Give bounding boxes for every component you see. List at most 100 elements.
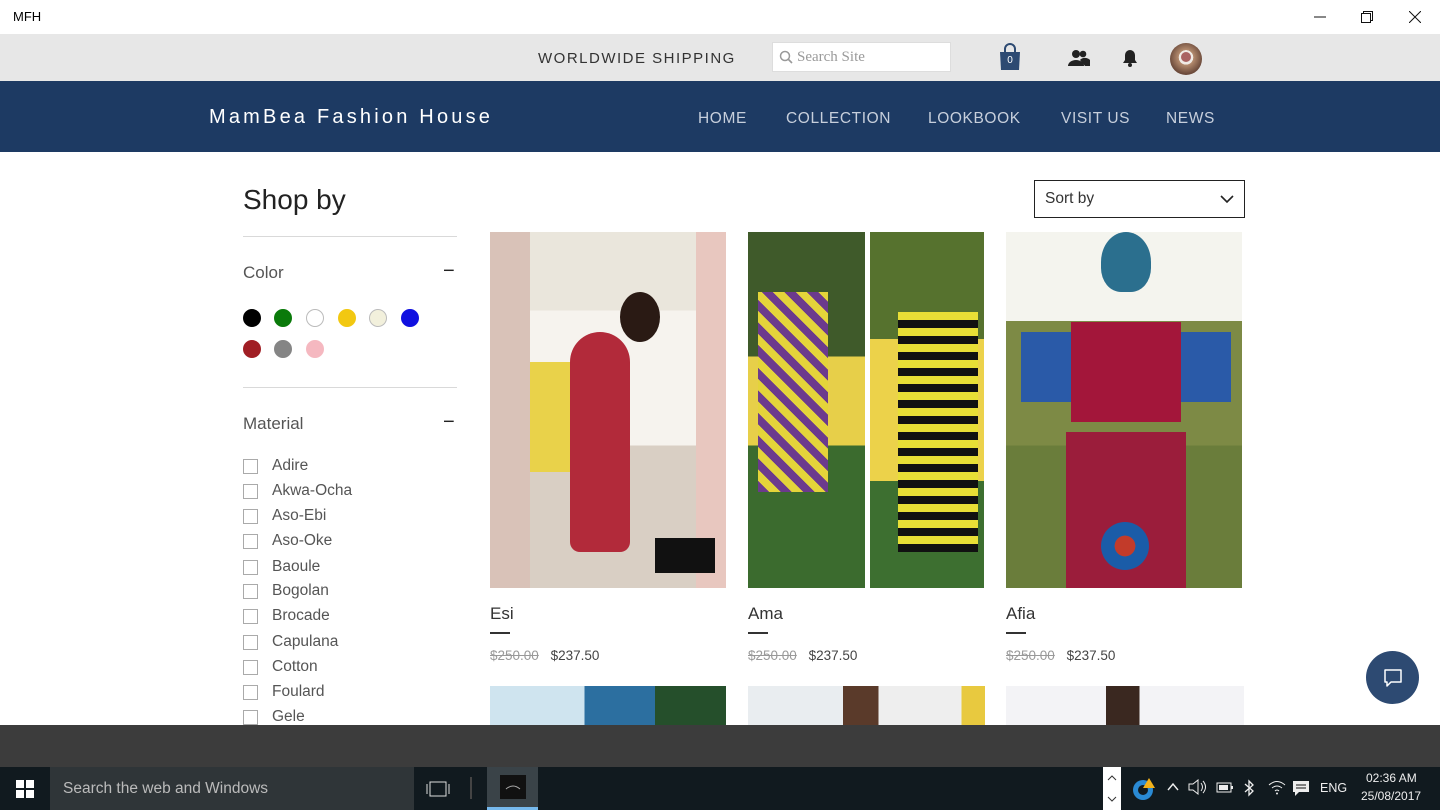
nav-home[interactable]: HOME [698,110,747,128]
material-option[interactable]: Adire [243,457,308,475]
checkbox[interactable] [243,458,258,474]
nav-news[interactable]: NEWS [1166,110,1215,128]
color-swatch-blue[interactable] [401,309,419,327]
volume-button[interactable] [1188,778,1208,800]
material-option[interactable]: Akwa-Ocha [243,482,352,500]
material-label: Akwa-Ocha [272,482,353,499]
material-option[interactable]: Aso-Ebi [243,507,326,525]
material-option[interactable]: Capulana [243,633,338,651]
color-swatch-green[interactable] [274,309,292,327]
start-button[interactable] [0,767,50,810]
color-swatch-gray[interactable] [274,340,292,358]
tray-expand[interactable] [1166,780,1180,799]
main-navbar: MamBea Fashion House HOME COLLECTION LOO… [0,81,1440,152]
wifi-button[interactable] [1268,779,1286,800]
checkbox[interactable] [243,608,258,624]
task-view-button[interactable] [424,777,452,801]
shop-by-heading: Shop by [243,184,346,215]
taskbar-search[interactable]: Search the web and Windows [50,767,414,810]
edge-icon [1133,778,1155,800]
color-swatch-yellow[interactable] [338,309,356,327]
checkbox[interactable] [243,634,258,650]
tray-scroll[interactable] [1103,767,1121,810]
color-filter-title[interactable]: Color [243,263,284,283]
product-name[interactable]: Ama [748,604,783,624]
divider [748,632,768,634]
main-content: Shop by Color − Material − Adire Akwa-Oc… [0,152,1440,725]
product-price: $250.00 $237.50 [1006,648,1115,663]
checkbox[interactable] [243,709,258,725]
clock-date[interactable]: 25/08/2017 [1361,789,1421,803]
product-name[interactable]: Afia [1006,604,1035,624]
checkbox[interactable] [243,533,258,549]
members-button[interactable] [1068,48,1090,68]
color-swatch-white[interactable] [306,309,324,327]
material-option[interactable]: Cotton [243,658,318,676]
color-swatch-black[interactable] [243,309,261,327]
taskbar-app-mfh[interactable] [487,767,538,810]
browser-tray-icon[interactable] [1131,776,1157,802]
checkbox[interactable] [243,483,258,499]
material-option[interactable]: Foulard [243,683,325,701]
color-swatch-pink[interactable] [306,340,324,358]
checkbox[interactable] [243,583,258,599]
material-filter-title[interactable]: Material [243,414,303,434]
product-image[interactable] [490,232,726,588]
color-collapse-toggle[interactable]: − [443,261,455,281]
action-center-button[interactable] [1292,779,1310,802]
battery-button[interactable] [1216,780,1234,799]
product-price: $250.00 $237.50 [748,648,857,663]
product-image[interactable] [748,686,985,725]
checkbox[interactable] [243,559,258,575]
nav-lookbook[interactable]: LOOKBOOK [928,110,1021,128]
bell-icon [1123,50,1137,67]
product-name[interactable]: Esi [490,604,514,624]
clock-time[interactable]: 02:36 AM [1366,771,1417,785]
sort-dropdown[interactable]: Sort by [1034,180,1245,218]
product-image[interactable] [490,686,726,725]
checkbox[interactable] [243,684,258,700]
material-option[interactable]: Bogolan [243,582,329,600]
material-option[interactable]: Gele [243,708,305,725]
material-option[interactable]: Brocade [243,607,330,625]
cart-button[interactable]: 0 [998,42,1022,72]
bluetooth-button[interactable] [1243,779,1255,802]
chat-button[interactable] [1366,651,1419,704]
minimize-button[interactable] [1296,0,1344,34]
language-indicator[interactable]: ENG [1320,781,1347,795]
search-box[interactable] [772,42,951,72]
material-label: Capulana [272,633,339,650]
material-label: Bogolan [272,582,329,599]
product-card[interactable]: Ama $250.00 $237.50 [748,232,986,672]
product-card[interactable]: Esi $250.00 $237.50 [490,232,728,672]
product-card[interactable]: Afia $250.00 $237.50 [1006,232,1244,672]
material-label: Baoule [272,558,321,575]
material-label: Brocade [272,607,330,624]
chevron-up-icon [1107,775,1117,781]
color-swatch-cream[interactable] [369,309,387,327]
material-label: Foulard [272,683,325,700]
material-option[interactable]: Aso-Oke [243,532,332,550]
windows-logo-icon [16,779,34,798]
color-swatch-red[interactable] [243,340,261,358]
search-input[interactable] [797,48,947,66]
product-price: $250.00 $237.50 [490,648,599,663]
brand-logo-text[interactable]: MamBea Fashion House [209,106,493,129]
nav-collection[interactable]: COLLECTION [786,110,891,128]
notifications-button[interactable] [1120,48,1140,68]
divider [243,236,457,237]
product-image[interactable] [1006,232,1242,588]
restore-button[interactable] [1343,0,1391,34]
product-image[interactable] [1006,686,1244,725]
close-button[interactable] [1391,0,1439,34]
user-avatar[interactable] [1170,43,1202,75]
material-option[interactable]: Baoule [243,558,320,576]
material-collapse-toggle[interactable]: − [443,412,455,432]
nav-visit-us[interactable]: VISIT US [1061,110,1130,128]
checkbox[interactable] [243,508,258,524]
product-image[interactable] [748,232,984,588]
window-bottom-bar [0,725,1440,767]
app-icon [499,775,526,799]
sort-label: Sort by [1045,190,1095,207]
checkbox[interactable] [243,659,258,675]
